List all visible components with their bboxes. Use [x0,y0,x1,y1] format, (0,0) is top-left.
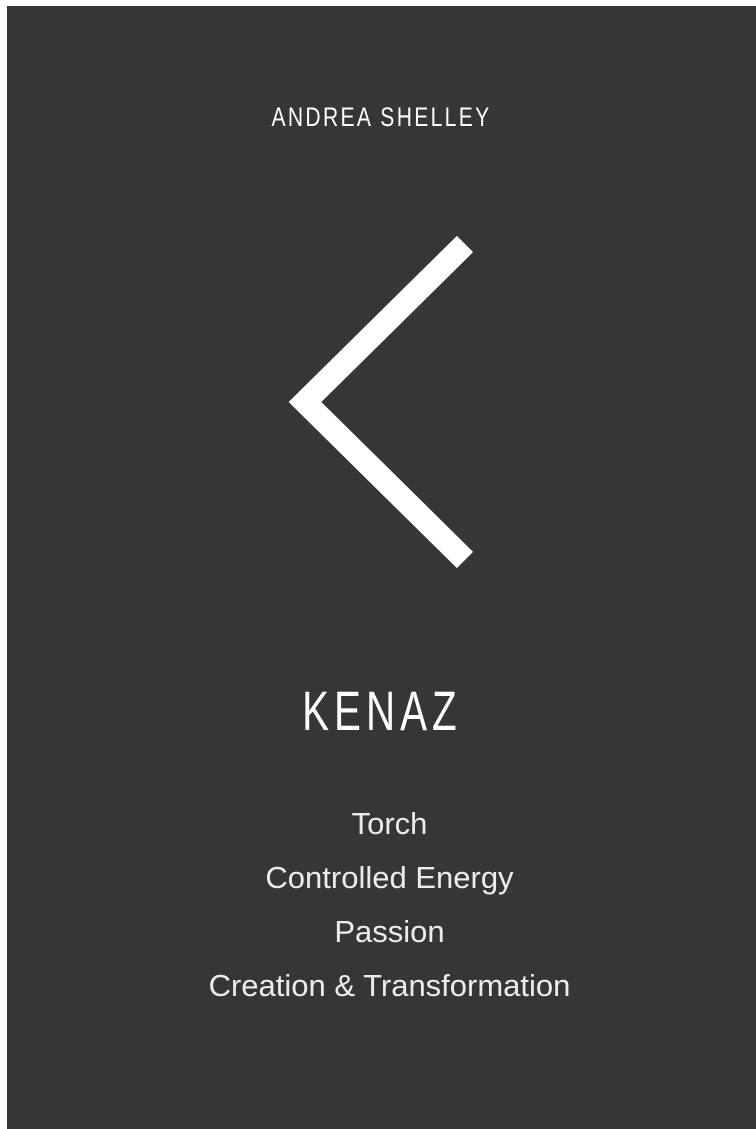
meaning-item: Creation & Transformation [208,968,571,1003]
meaning-item: Controlled Energy [265,860,514,895]
book-title: KENAZ [302,679,462,742]
meaning-item: Passion [334,914,445,949]
rune-meanings-list: Torch Controlled Energy Passion Creation… [7,802,756,1018]
meaning-item: Torch [351,806,428,841]
book-cover: ANDREA SHELLEY KENAZ Torch Controlled En… [7,6,756,1129]
